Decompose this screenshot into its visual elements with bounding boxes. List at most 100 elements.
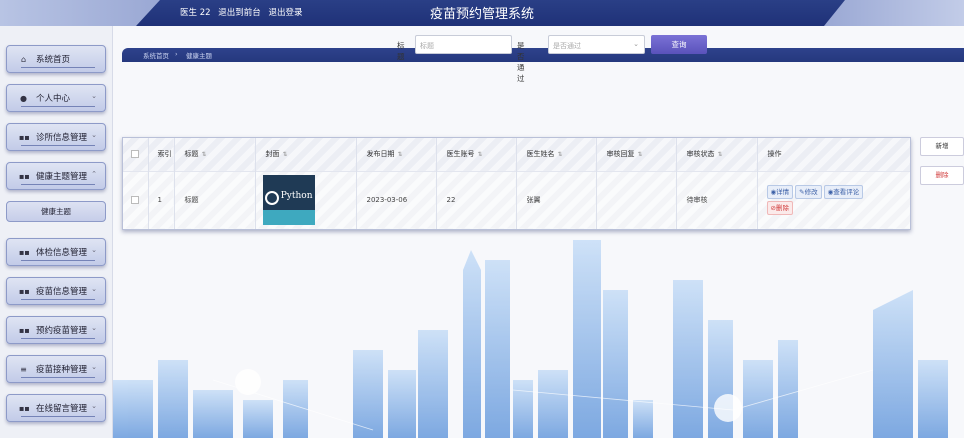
sidebar-item-label: 个人中心 — [36, 94, 71, 104]
sidebar-item-messages[interactable]: ▪▪ 在线留言管理 ⌄ — [6, 394, 106, 422]
col-date[interactable]: 发布日期 ⇅ — [356, 138, 437, 171]
detail-label: 详情 — [776, 188, 790, 197]
row-checkbox[interactable] — [123, 170, 149, 229]
sidebar-item-label: 疫苗接种管理 — [36, 365, 88, 375]
add-button[interactable]: 新增 — [920, 137, 964, 156]
city-skyline-background — [113, 240, 948, 438]
chevron-down-icon: ⌄ — [91, 402, 97, 410]
sidebar-item-home[interactable]: ⌂ 系统首页 — [6, 45, 106, 73]
sidebar-item-label: 系统首页 — [36, 55, 71, 65]
batch-delete-button[interactable]: 删除 — [920, 166, 964, 185]
cell-doctor-account: 22 — [436, 170, 517, 229]
sort-icon: ⇅ — [282, 151, 288, 159]
col-cover-label: 封面 — [265, 150, 280, 159]
review-filter-label: 是否通过 — [517, 41, 525, 83]
chevron-down-icon: ⌄ — [91, 92, 97, 100]
delete-label: 删除 — [775, 204, 789, 213]
sidebar-item-vaccination[interactable]: ≡ 疫苗接种管理 ⌄ — [6, 355, 106, 383]
col-date-label: 发布日期 — [366, 150, 395, 159]
grid-icon: ▪▪ — [19, 286, 30, 296]
sidebar-item-label: 诊所信息管理 — [36, 133, 88, 143]
col-title[interactable]: 标题 ⇅ — [174, 138, 256, 171]
breadcrumb-home[interactable]: 系统首页 — [143, 50, 169, 60]
chevron-down-icon: ⌄ — [91, 285, 97, 293]
data-table: 索引 标题 ⇅ 封面 ⇅ 发布日期 ⇅ 医生账号 ⇅ 医生姓名 ⇅ 审核回复 ⇅ 审核状态 ⇅… — [122, 137, 911, 230]
sort-icon: ⇅ — [717, 151, 723, 159]
grid-icon: ▪▪ — [19, 247, 30, 257]
chevron-down-icon: ⌄ — [91, 363, 97, 371]
grid-icon: ▪▪ — [19, 403, 30, 413]
select-all-checkbox[interactable] — [123, 138, 149, 171]
view-comments-button[interactable]: ◉查看评论 — [823, 185, 864, 200]
top-header: 医生 22 退出到前台 退出登录 疫苗预约管理系统 — [0, 0, 964, 26]
chevron-down-icon: ⌄ — [633, 40, 639, 48]
cell-title: 标题 — [174, 170, 256, 229]
title-search-input[interactable]: 标题 — [415, 35, 512, 54]
sort-icon: ⇅ — [397, 151, 403, 159]
sidebar-item-label: 预约疫苗管理 — [36, 326, 88, 336]
title-filter-label: 标题 — [397, 41, 405, 61]
col-reply-label: 审核回复 — [606, 150, 635, 159]
search-button[interactable]: 查询 — [651, 35, 707, 54]
sort-icon: ⇅ — [557, 151, 563, 159]
app-title: 疫苗预约管理系统 — [429, 7, 534, 22]
submenu-health-topic[interactable]: 健康主题 — [6, 201, 106, 222]
col-status-label: 审核状态 — [686, 150, 715, 159]
user-icon: ● — [20, 93, 27, 103]
col-index: 索引 — [148, 138, 175, 171]
grid-icon: ▪▪ — [19, 325, 30, 335]
sidebar-item-clinic[interactable]: ▪▪ 诊所信息管理 ⌄ — [6, 123, 106, 151]
cell-doctor-name: 张翼 — [516, 170, 597, 229]
col-title-label: 标题 — [184, 150, 199, 159]
col-reply[interactable]: 审核回复 ⇅ — [596, 138, 677, 171]
breadcrumb-separator: › — [175, 50, 178, 58]
sidebar-item-checkup[interactable]: ▪▪ 体检信息管理 ⌄ — [6, 238, 106, 266]
delete-button[interactable]: ⊘删除 — [766, 201, 793, 216]
sidebar-item-vaccine-info[interactable]: ▪▪ 疫苗信息管理 ⌄ — [6, 277, 106, 305]
detail-button[interactable]: ◉详情 — [766, 185, 794, 200]
review-select[interactable]: 是否通过 ⌄ — [548, 35, 645, 54]
chevron-down-icon: ⌄ — [91, 246, 97, 254]
cell-index: 1 — [148, 170, 175, 229]
sidebar-item-health-topic[interactable]: ▪▪ 健康主题管理 ⌃ — [6, 162, 106, 190]
breadcrumb-current: 健康主题 — [186, 52, 212, 60]
review-select-value: 是否通过 — [553, 42, 581, 50]
sidebar: ⌂ 系统首页 ● 个人中心 ⌄ ▪▪ 诊所信息管理 ⌄ ▪▪ 健康主题管理 ⌃ … — [0, 26, 113, 438]
table-header-row: 索引 标题 ⇅ 封面 ⇅ 发布日期 ⇅ 医生账号 ⇅ 医生姓名 ⇅ 审核回复 ⇅ 审核状态 ⇅… — [123, 138, 910, 171]
col-cover[interactable]: 封面 ⇅ — [255, 138, 357, 171]
col-doctor-name-label: 医生姓名 — [526, 150, 555, 159]
grid-icon: ▪▪ — [19, 171, 30, 181]
table-row: 1 标题 Python 2023-03-06 22 张翼 待审核 ◉详情 ✎修改 ◉… — [123, 170, 910, 229]
cell-date: 2023-03-06 — [356, 170, 437, 229]
sidebar-item-vaccine-booking[interactable]: ▪▪ 预约疫苗管理 ⌄ — [6, 316, 106, 344]
col-status[interactable]: 审核状态 ⇅ — [676, 138, 758, 171]
chevron-up-icon: ⌃ — [91, 170, 97, 178]
sidebar-item-label: 健康主题管理 — [36, 172, 88, 182]
cell-status: 待审核 — [676, 170, 758, 229]
cell-reply — [596, 170, 677, 229]
sort-icon: ⇅ — [637, 151, 643, 159]
sidebar-item-label: 在线留言管理 — [36, 404, 88, 414]
sort-icon: ⇅ — [201, 151, 207, 159]
edit-button[interactable]: ✎修改 — [795, 185, 822, 200]
sort-icon: ⇅ — [477, 151, 483, 159]
cell-cover: Python — [255, 170, 357, 229]
comments-label: 查看评论 — [833, 188, 860, 197]
chevron-down-icon: ⌄ — [91, 131, 97, 139]
clock-icon — [264, 191, 279, 206]
edit-label: 修改 — [804, 188, 818, 197]
cover-text: Python — [280, 191, 313, 202]
breadcrumb: 系统首页 › 健康主题 — [122, 48, 964, 62]
col-actions: 操作 — [757, 138, 910, 171]
home-icon: ⌂ — [20, 54, 27, 64]
sidebar-item-label: 体检信息管理 — [36, 248, 88, 258]
grid-icon: ▪▪ — [19, 132, 30, 142]
cover-image[interactable]: Python — [262, 175, 315, 226]
chevron-down-icon: ⌄ — [91, 324, 97, 332]
col-doctor-account[interactable]: 医生账号 ⇅ — [436, 138, 517, 171]
col-doctor-account-label: 医生账号 — [446, 150, 475, 159]
sliders-icon: ≡ — [20, 364, 27, 374]
cell-actions: ◉详情 ✎修改 ◉查看评论 ⊘删除 — [757, 170, 910, 229]
sidebar-item-profile[interactable]: ● 个人中心 ⌄ — [6, 84, 106, 112]
col-doctor-name[interactable]: 医生姓名 ⇅ — [516, 138, 597, 171]
